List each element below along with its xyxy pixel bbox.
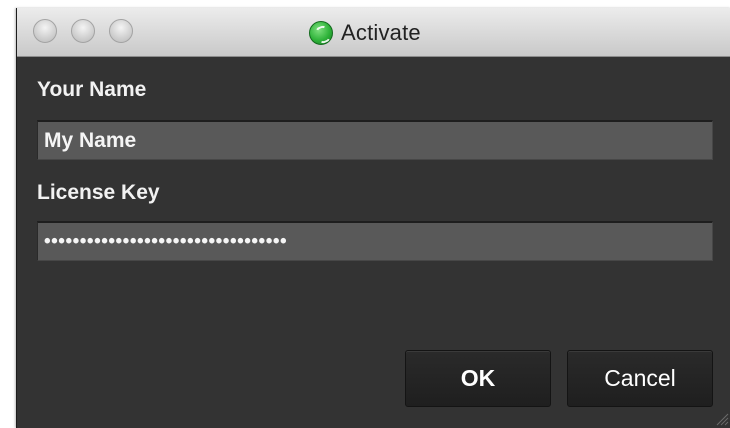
license-key-label: License Key: [37, 181, 160, 204]
resize-grip-icon[interactable]: [713, 410, 729, 426]
app-icon: [309, 21, 333, 45]
window-title-group: Activate: [309, 20, 421, 46]
window-title: Activate: [341, 20, 421, 45]
cancel-button[interactable]: Cancel: [567, 350, 713, 407]
close-window-button[interactable]: [33, 19, 57, 43]
your-name-input[interactable]: My Name: [37, 120, 713, 160]
minimize-window-button[interactable]: [71, 19, 95, 43]
license-key-input[interactable]: ••••••••••••••••••••••••••••••••••: [37, 221, 713, 261]
zoom-window-button[interactable]: [109, 19, 133, 43]
ok-button[interactable]: OK: [405, 350, 551, 407]
activate-dialog: Activate Your Name My Name License Key •…: [16, 8, 730, 428]
your-name-label: Your Name: [37, 78, 147, 101]
title-bar[interactable]: Activate: [17, 8, 730, 57]
